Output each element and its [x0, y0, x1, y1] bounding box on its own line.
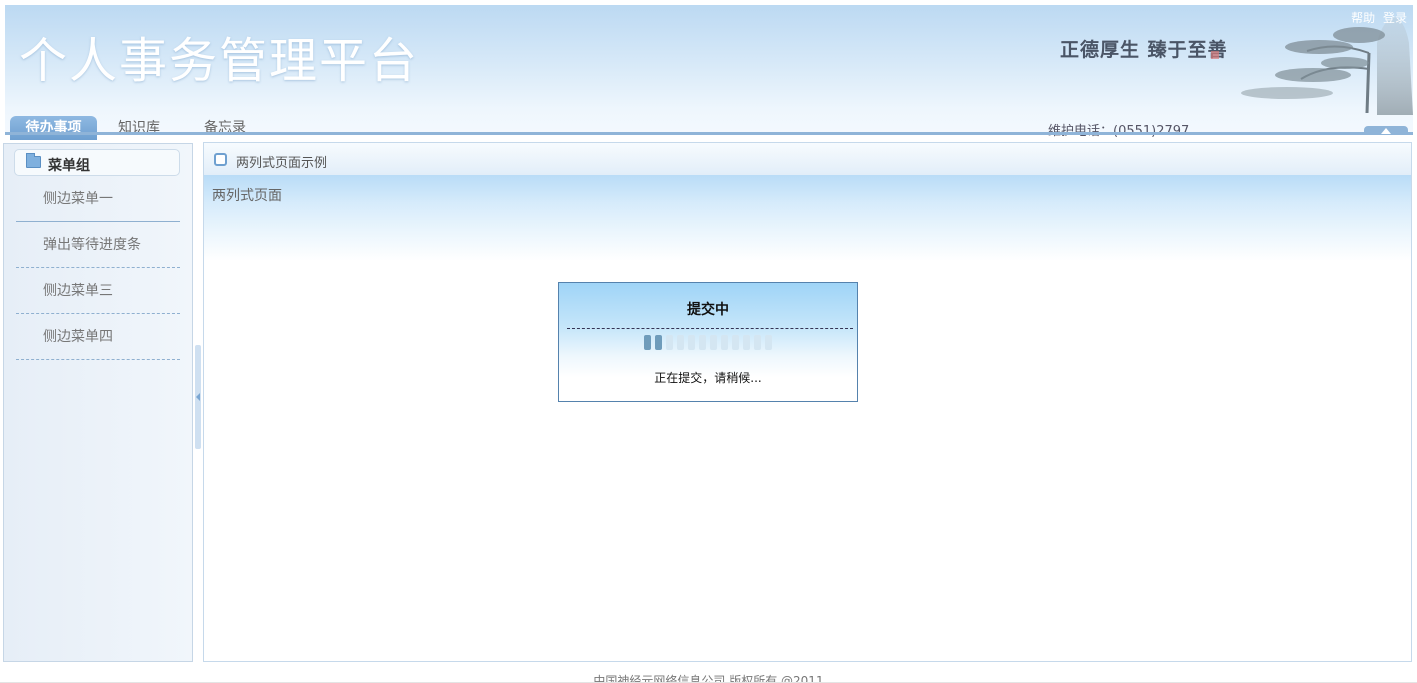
tab-knowledge-base[interactable]: 知识库	[118, 116, 160, 140]
panel-title: 两列式页面示例	[236, 156, 328, 171]
collapse-arrow-icon[interactable]	[1364, 126, 1408, 135]
progress-segment	[743, 335, 750, 350]
progress-segment	[765, 335, 772, 350]
panel-header: 两列式页面示例	[204, 143, 1411, 175]
progress-segment	[655, 335, 662, 350]
splitter-arrow-icon[interactable]	[195, 345, 201, 449]
app-title: 个人事务管理平台	[19, 33, 420, 89]
sidebar-item-progress-popup[interactable]: 弹出等待进度条	[16, 222, 180, 268]
progress-segment	[688, 335, 695, 350]
login-link[interactable]: 登录	[1383, 11, 1407, 25]
progress-segment	[732, 335, 739, 350]
app-root: 个人事务管理平台 正德厚生 臻于至善 帮助 登录 待办事项 知识库 备忘录 菜单…	[0, 0, 1417, 683]
sidebar-item-menu-3[interactable]: 侧边菜单三	[16, 268, 180, 314]
motto-calligraphy: 正德厚生 臻于至善	[1060, 39, 1228, 61]
progress-segment	[699, 335, 706, 350]
main-panel: 两列式页面示例 两列式页面	[203, 142, 1412, 662]
sidebar-item-menu-4[interactable]: 侧边菜单四	[16, 314, 180, 360]
page-label: 两列式页面	[212, 188, 282, 204]
tab-todo[interactable]: 待办事项	[10, 116, 97, 140]
tab-bar: 待办事项 知识库 备忘录 维护电话：(0551)2797	[10, 112, 1417, 140]
progress-segment	[677, 335, 684, 350]
progress-segment	[721, 335, 728, 350]
sidebar: 菜单组 侧边菜单一 弹出等待进度条 侧边菜单三 侧边菜单四	[3, 143, 193, 662]
progress-segment	[754, 335, 761, 350]
dialog-title: 提交中	[687, 302, 729, 318]
header: 个人事务管理平台 正德厚生 臻于至善 帮助 登录 待办事项 知识库 备忘录	[5, 5, 1413, 140]
dialog-divider	[567, 328, 853, 329]
dialog-message: 正在提交，请稍候...	[654, 371, 762, 385]
help-link[interactable]: 帮助	[1351, 11, 1375, 25]
progress-segment	[644, 335, 651, 350]
panel-checkbox-icon	[214, 153, 227, 166]
support-hotline: 维护电话：(0551)2797	[1048, 120, 1189, 139]
top-links: 帮助 登录	[1351, 9, 1407, 26]
seal-stamp	[1211, 51, 1219, 59]
panel-body: 两列式页面	[204, 175, 1411, 661]
header-divider	[5, 132, 1413, 135]
submitting-dialog: 提交中 正在提交，请稍候...	[558, 282, 858, 402]
menu-group-header[interactable]: 菜单组	[14, 149, 180, 176]
progress-segment	[710, 335, 717, 350]
progress-segment	[666, 335, 673, 350]
menu-group-label: 菜单组	[48, 158, 90, 174]
folder-icon	[26, 153, 41, 168]
sidebar-item-menu-1[interactable]: 侧边菜单一	[16, 176, 180, 222]
pine-tree-image	[1241, 17, 1413, 115]
tab-memo[interactable]: 备忘录	[204, 116, 246, 140]
